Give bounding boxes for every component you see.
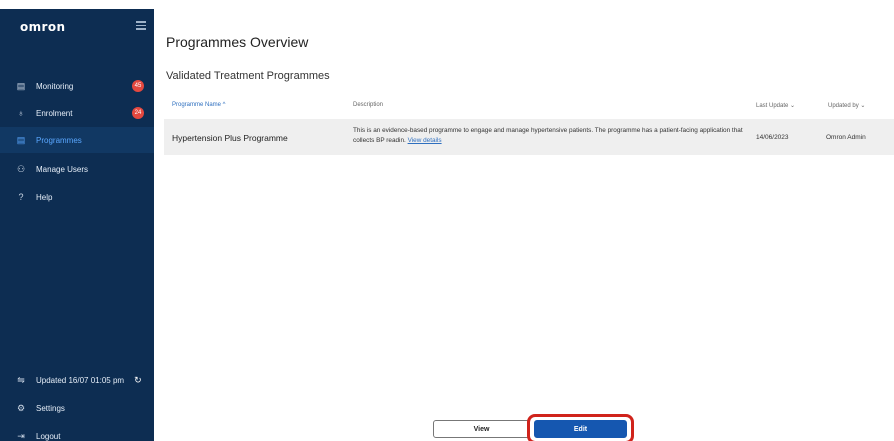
edit-button[interactable]: Edit xyxy=(534,420,627,438)
table-header: Programme Name ^ Description Last Update… xyxy=(164,98,894,116)
sidebar-item-label: Enrolment xyxy=(36,108,73,118)
sidebar-item-label: Monitoring xyxy=(36,81,74,91)
sidebar-item-settings[interactable]: ⚙ Settings xyxy=(0,395,154,421)
programmes-icon: ▤ xyxy=(16,134,26,145)
column-header-updated-by[interactable]: Updated by ⌄ xyxy=(828,102,865,109)
view-button[interactable]: View xyxy=(433,420,530,438)
column-header-name[interactable]: Programme Name ^ xyxy=(172,102,226,108)
sidebar-item-enrolment[interactable]: ♁ Enrolment 24 xyxy=(0,100,154,126)
updated-by: Omron Admin xyxy=(826,134,866,141)
sync-icon: ⇋ xyxy=(17,374,25,385)
sync-status: ⇋ Updated 16/07 01:05 pm ↻ xyxy=(0,367,154,393)
page-title: Programmes Overview xyxy=(166,34,309,50)
menu-icon[interactable] xyxy=(136,21,146,30)
programme-name: Hypertension Plus Programme xyxy=(172,133,288,143)
sidebar-item-logout[interactable]: ⇥ Logout xyxy=(0,423,154,441)
main-content: Programmes Overview Validated Treatment … xyxy=(154,9,894,441)
sidebar-item-label: Help xyxy=(36,192,53,202)
sidebar-item-programmes[interactable]: ▤ Programmes xyxy=(0,127,154,153)
table-row[interactable]: Hypertension Plus Programme This is an e… xyxy=(164,119,894,155)
notification-badge: 24 xyxy=(132,107,144,119)
enrolment-icon: ♁ xyxy=(17,108,25,118)
section-title: Validated Treatment Programmes xyxy=(166,70,330,82)
logout-icon: ⇥ xyxy=(17,430,25,441)
sidebar-item-label: Manage Users xyxy=(36,164,89,174)
programme-description: This is an evidence-based programme to e… xyxy=(353,126,758,146)
sidebar-item-label: Settings xyxy=(36,403,65,413)
notification-badge: 45 xyxy=(132,80,144,92)
sidebar-item-help[interactable]: ? Help xyxy=(0,184,154,210)
monitoring-icon: ▤ xyxy=(16,80,26,91)
column-header-description: Description xyxy=(353,102,384,108)
manage-users-icon: ⚇ xyxy=(16,163,26,174)
sync-label: Updated 16/07 01:05 pm xyxy=(36,375,125,385)
omron-logo: omron xyxy=(20,20,66,34)
refresh-icon[interactable]: ↻ xyxy=(134,375,142,386)
column-header-last-update[interactable]: Last Update ⌄ xyxy=(756,102,795,109)
last-update: 14/06/2023 xyxy=(756,134,789,141)
sidebar-item-monitoring[interactable]: ▤ Monitoring 45 xyxy=(0,73,154,99)
sidebar-item-label: Programmes xyxy=(36,135,82,145)
gear-icon: ⚙ xyxy=(16,402,26,413)
sidebar-item-manage-users[interactable]: ⚇ Manage Users xyxy=(0,156,154,182)
sidebar-item-label: Logout xyxy=(36,431,61,441)
view-details-link[interactable]: View details xyxy=(408,137,442,144)
help-icon: ? xyxy=(18,192,24,202)
sidebar: omron ▤ Monitoring 45 ♁ Enrolment 24 ▤ P… xyxy=(0,9,154,441)
